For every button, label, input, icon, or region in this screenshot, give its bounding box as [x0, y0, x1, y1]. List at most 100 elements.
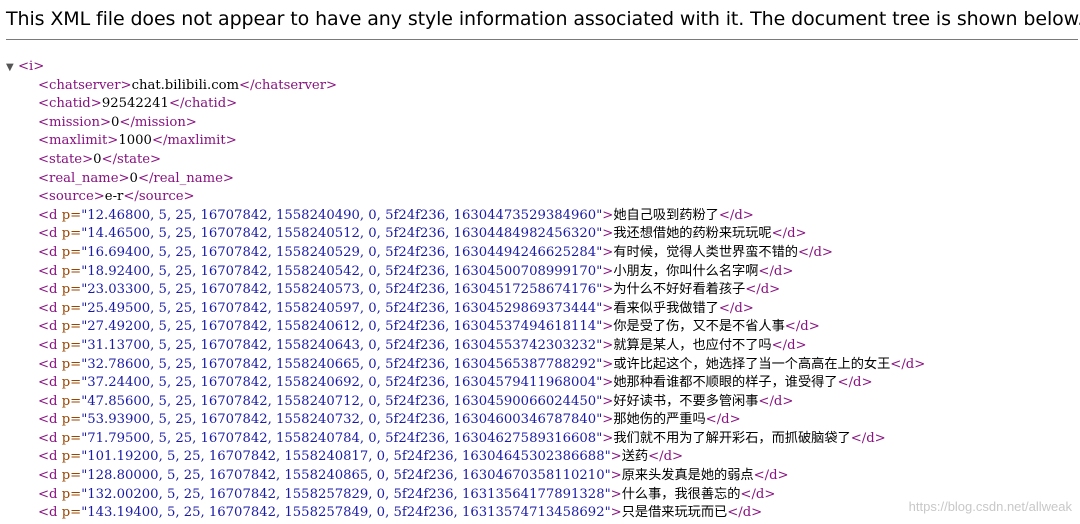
- d-open-tag-end: >: [610, 449, 622, 465]
- root-open-tag: <i>: [18, 59, 45, 74]
- d-open-tag-start: <d: [38, 430, 62, 446]
- p-attribute-value: "128.80000, 5, 25, 16707842, 1558240865,…: [81, 468, 611, 484]
- d-open-tag-start: <d: [38, 263, 62, 279]
- p-attribute-name: p=: [61, 282, 82, 298]
- d-open-tag-start: <d: [38, 412, 62, 428]
- close-tag: </maxlimit>: [151, 133, 237, 149]
- danmaku-d-row: <d p="32.78600, 5, 25, 16707842, 1558240…: [6, 356, 925, 375]
- d-open-tag-end: >: [602, 207, 614, 223]
- p-attribute-name: p=: [61, 244, 82, 260]
- p-attribute-value: "53.93900, 5, 25, 16707842, 1558240732, …: [81, 412, 603, 428]
- p-attribute-name: p=: [61, 263, 82, 279]
- open-tag: <state>: [38, 151, 94, 167]
- danmaku-d-row: <d p="27.49200, 5, 25, 16707842, 1558240…: [6, 318, 925, 337]
- element-text: e-r: [104, 189, 124, 205]
- close-tag: </source>: [123, 189, 195, 205]
- danmaku-text: 送药: [621, 449, 649, 465]
- d-open-tag-start: <d: [38, 300, 62, 316]
- xml-element-row: <chatid>92542241</chatid>: [6, 95, 925, 114]
- p-attribute-name: p=: [61, 319, 82, 335]
- close-tag: </chatid>: [168, 96, 238, 112]
- xml-element-row: <maxlimit>1000</maxlimit>: [6, 132, 925, 151]
- close-tag: </chatserver>: [239, 77, 338, 93]
- danmaku-text: 她那种看谁都不顺眼的样子，谁受得了: [613, 375, 838, 391]
- danmaku-d-row: <d p="23.03300, 5, 25, 16707842, 1558240…: [6, 281, 925, 300]
- d-close-tag: </d>: [850, 430, 886, 446]
- danmaku-text: 就算是某人，也应付不了吗: [613, 337, 772, 353]
- d-close-tag: </d>: [890, 356, 926, 372]
- p-attribute-value: "71.79500, 5, 25, 16707842, 1558240784, …: [81, 430, 603, 446]
- d-close-tag: </d>: [740, 486, 776, 502]
- d-close-tag: </d>: [784, 319, 820, 335]
- danmaku-d-row: <d p="71.79500, 5, 25, 16707842, 1558240…: [6, 430, 925, 449]
- watermark-text: https://blog.csdn.net/allweak: [908, 499, 1072, 514]
- xml-no-style-banner: This XML file does not appear to have an…: [6, 8, 1080, 30]
- danmaku-text: 有时候，觉得人类世界蛮不错的: [613, 244, 798, 260]
- d-close-tag: </d>: [771, 226, 807, 242]
- close-tag: </real_name>: [137, 170, 234, 186]
- open-tag: <source>: [38, 189, 105, 205]
- d-open-tag-start: <d: [38, 282, 62, 298]
- open-tag: <maxlimit>: [38, 133, 119, 149]
- d-close-tag: </d>: [797, 244, 833, 260]
- close-tag: </state>: [101, 151, 162, 167]
- collapse-triangle-icon[interactable]: ▼: [6, 59, 18, 78]
- d-open-tag-end: >: [602, 263, 614, 279]
- d-open-tag-start: <d: [38, 449, 62, 465]
- d-close-tag: </d>: [771, 337, 807, 353]
- element-text: 92542241: [101, 96, 169, 112]
- p-attribute-value: "14.46500, 5, 25, 16707842, 1558240512, …: [81, 226, 603, 242]
- banner-divider: [6, 39, 1078, 40]
- element-text: 0: [93, 151, 102, 167]
- d-open-tag-start: <d: [38, 468, 62, 484]
- danmaku-text: 那她伤的严重吗: [613, 412, 706, 428]
- danmaku-text: 看来似乎我做错了: [613, 300, 719, 316]
- danmaku-text: 为什么不好好看着孩子: [613, 282, 746, 298]
- danmaku-text: 只是借来玩玩而已: [621, 505, 728, 521]
- p-attribute-name: p=: [61, 337, 82, 353]
- p-attribute-name: p=: [61, 300, 82, 316]
- d-open-tag-start: <d: [38, 356, 62, 372]
- open-tag: <chatserver>: [38, 77, 132, 93]
- danmaku-text: 我还想借她的药粉来玩玩呢: [613, 226, 772, 242]
- danmaku-d-row: <d p="14.46500, 5, 25, 16707842, 1558240…: [6, 225, 925, 244]
- p-attribute-value: "47.85600, 5, 25, 16707842, 1558240712, …: [81, 393, 603, 409]
- p-attribute-value: "25.49500, 5, 25, 16707842, 1558240597, …: [81, 300, 603, 316]
- p-attribute-value: "132.00200, 5, 25, 16707842, 1558257829,…: [81, 486, 611, 502]
- danmaku-text: 小朋友，你叫什么名字啊: [613, 263, 759, 279]
- d-close-tag: </d>: [758, 393, 794, 409]
- danmaku-text: 好好读书，不要多管闲事: [613, 393, 759, 409]
- d-close-tag: </d>: [837, 375, 873, 391]
- p-attribute-name: p=: [61, 412, 82, 428]
- danmaku-text: 原来头发真是她的弱点: [621, 468, 754, 484]
- danmaku-d-row: <d p="128.80000, 5, 25, 16707842, 155824…: [6, 467, 925, 486]
- d-open-tag-end: >: [602, 412, 614, 428]
- danmaku-text: 我们就不用为了解开彩石，而抓破脑袋了: [613, 430, 851, 446]
- d-open-tag-end: >: [602, 244, 614, 260]
- danmaku-text: 她自己吸到药粉了: [613, 207, 719, 223]
- danmaku-d-row: <d p="25.49500, 5, 25, 16707842, 1558240…: [6, 300, 925, 319]
- p-attribute-value: "16.69400, 5, 25, 16707842, 1558240529, …: [81, 244, 603, 260]
- d-open-tag-end: >: [602, 226, 614, 242]
- xml-element-row: <real_name>0</real_name>: [6, 170, 925, 189]
- danmaku-text: 你是受了伤，又不是不省人事: [613, 319, 785, 335]
- d-close-tag: </d>: [745, 282, 781, 298]
- d-open-tag-start: <d: [38, 505, 62, 521]
- d-close-tag: </d>: [705, 412, 741, 428]
- d-open-tag-end: >: [602, 375, 614, 391]
- d-close-tag: </d>: [718, 300, 754, 316]
- danmaku-text: 什么事，我很善忘的: [621, 486, 741, 502]
- p-attribute-name: p=: [61, 226, 82, 242]
- p-attribute-value: "12.46800, 5, 25, 16707842, 1558240490, …: [81, 207, 603, 223]
- element-text: 0: [129, 170, 138, 186]
- open-tag: <chatid>: [38, 96, 102, 112]
- d-open-tag-start: <d: [38, 375, 62, 391]
- xml-element-row: <source>e-r</source>: [6, 188, 925, 207]
- d-open-tag-start: <d: [38, 337, 62, 353]
- p-attribute-name: p=: [61, 486, 82, 502]
- open-tag: <real_name>: [38, 170, 130, 186]
- p-attribute-value: "27.49200, 5, 25, 16707842, 1558240612, …: [81, 319, 603, 335]
- danmaku-d-row: <d p="37.24400, 5, 25, 16707842, 1558240…: [6, 374, 925, 393]
- p-attribute-name: p=: [61, 375, 82, 391]
- d-close-tag: </d>: [718, 207, 754, 223]
